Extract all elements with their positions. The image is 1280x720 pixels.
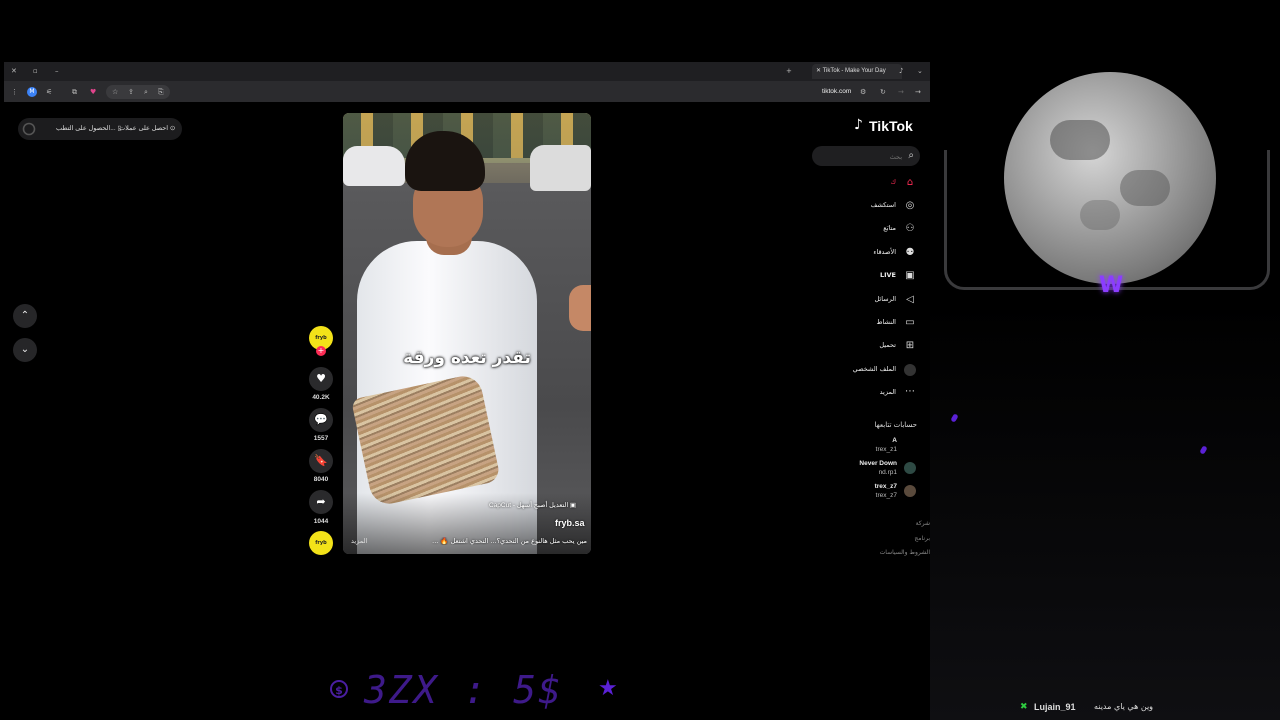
following-icon[interactable]: ⚇ xyxy=(903,222,917,236)
activity-icon[interactable]: ▭ xyxy=(903,316,917,330)
live-icon[interactable]: ▣ xyxy=(903,269,917,283)
chat-message: وين هي ياي مدينه xyxy=(1094,702,1154,711)
footer-program-link[interactable]: برنامج xyxy=(860,535,930,542)
more-icon[interactable]: ⋯ xyxy=(903,385,917,399)
nav-more-label[interactable]: المزيد xyxy=(826,388,896,396)
following-accounts-title: حسابات تتابعها xyxy=(874,421,917,429)
video-car xyxy=(530,145,591,191)
install-app-icon[interactable]: ⎘ xyxy=(158,86,164,98)
donation-banner: 3ZX : 5$ xyxy=(364,668,564,712)
capcut-tag[interactable]: CapCut - التعديل أصبح أسهل ▣ xyxy=(489,501,576,509)
stream-panel xyxy=(930,300,1280,720)
pink-extension-icon[interactable]: ♥ xyxy=(90,86,96,98)
puzzle-icon[interactable]: ⧉ xyxy=(72,86,77,98)
following-handle[interactable]: trex_z7 xyxy=(837,492,897,499)
loading-spinner-icon xyxy=(22,118,38,140)
following-handle[interactable]: nd.rp1 xyxy=(837,469,897,476)
footer-company-link[interactable]: شركة xyxy=(860,520,930,527)
forward-icon[interactable]: → xyxy=(898,86,904,98)
video-hand xyxy=(569,285,591,331)
site-settings-icon[interactable]: ⚙ xyxy=(860,86,866,98)
reload-icon[interactable]: ↻ xyxy=(880,86,886,98)
close-window-icon[interactable]: ✕ xyxy=(11,65,17,77)
promo-bar: الحصول على التطب... ▯ احصل على عملات ⊙ xyxy=(18,118,182,140)
address-bar-url[interactable]: tiktok.com xyxy=(822,86,851,98)
star-icon: ★ xyxy=(598,676,618,701)
previous-video-button[interactable]: ⌃ xyxy=(13,304,37,328)
tab-title: TikTok - Make Your Day xyxy=(822,68,886,74)
extensions-icon[interactable]: ⚟ xyxy=(46,86,52,98)
chat-badge-icon: ✖ xyxy=(1020,702,1028,712)
share-count: 1044 xyxy=(313,518,329,525)
search-box[interactable]: ⌕ xyxy=(812,146,920,166)
following-name[interactable]: A xyxy=(837,437,897,444)
nav-following-label[interactable]: متابَع xyxy=(826,224,896,232)
coin-icon: $ xyxy=(330,680,348,698)
bookmark-star-icon[interactable]: ☆ xyxy=(112,86,118,98)
following-avatar[interactable] xyxy=(904,485,916,497)
following-avatar[interactable] xyxy=(904,462,916,474)
chat-username: Lujain_91 xyxy=(1034,702,1076,712)
get-app-button[interactable]: الحصول على التطب... ▯ xyxy=(56,118,121,140)
minimize-window-icon[interactable]: – xyxy=(55,65,59,77)
tab-close-icon[interactable]: ✕ xyxy=(816,68,823,74)
comment-count: 1557 xyxy=(313,435,329,442)
nav-profile-label[interactable]: الملف الشخصي xyxy=(826,365,896,373)
tiktok-favicon-icon: ♪ xyxy=(899,67,904,75)
messages-icon[interactable]: ◁ xyxy=(903,293,917,307)
zoom-icon[interactable]: ⌕ xyxy=(144,86,148,98)
comment-icon[interactable]: 💬 xyxy=(309,408,333,432)
nav-messages-label[interactable]: الرسائل xyxy=(826,295,896,303)
streamer-badge: W xyxy=(1098,273,1124,298)
new-tab-icon[interactable]: + xyxy=(786,65,792,77)
music-disc-avatar[interactable]: fryb xyxy=(309,531,333,555)
moon-image xyxy=(1004,72,1216,284)
nav-activity-label[interactable]: النشاط xyxy=(826,318,896,326)
tab-tiktok[interactable]: ✕ TikTok - Make Your Day xyxy=(812,64,902,79)
search-input[interactable] xyxy=(820,149,904,165)
following-handle[interactable]: trex_z1 xyxy=(837,446,897,453)
browser-menu-icon[interactable]: ⋮ xyxy=(11,86,18,98)
back-icon[interactable]: → xyxy=(915,86,921,98)
profile-icon[interactable] xyxy=(903,363,917,377)
moon-mare xyxy=(1120,170,1170,206)
following-name[interactable]: Never Down xyxy=(837,460,897,467)
bookmark-count: 8040 xyxy=(313,476,329,483)
tab-search-icon[interactable]: ⌄ xyxy=(917,65,923,77)
home-icon[interactable]: ⌂ xyxy=(903,176,917,190)
nav-upload-label[interactable]: تحميل xyxy=(826,341,896,349)
follow-plus-icon[interactable]: + xyxy=(316,346,326,356)
video-author[interactable]: fryb.sa xyxy=(555,518,585,528)
moon-mare xyxy=(1050,120,1110,160)
following-name[interactable]: trex_z7 xyxy=(837,483,897,490)
share-icon[interactable]: ⇪ xyxy=(128,86,134,98)
moon-mare xyxy=(1080,200,1120,230)
video-caption-overlay: تقدر تعده ورقة xyxy=(403,348,531,368)
video-description: مين يحب مثل هالنوع من التحدي؟... التحدي … xyxy=(432,537,587,545)
tiktok-note-icon: ♪ xyxy=(854,117,863,133)
upload-icon[interactable]: ⊞ xyxy=(903,339,917,353)
tiktok-logo[interactable]: TikTok xyxy=(869,118,913,134)
restore-window-icon[interactable]: ▫ xyxy=(33,65,38,77)
profile-avatar[interactable]: M xyxy=(27,87,37,97)
next-video-button[interactable]: ⌄ xyxy=(13,338,37,362)
nav-live-label[interactable]: LIVE xyxy=(826,271,896,279)
nav-explore-label[interactable]: استكشف xyxy=(826,201,896,209)
like-count: 40.2K xyxy=(312,394,330,401)
explore-icon[interactable]: ◎ xyxy=(903,199,917,213)
nav-home-label[interactable]: ك xyxy=(826,178,896,186)
get-coins-button[interactable]: احصل على عملات ⊙ xyxy=(119,118,175,140)
description-more-link[interactable]: المزيد xyxy=(351,537,367,545)
share-icon[interactable]: ➦ xyxy=(309,490,333,514)
nav-friends-label[interactable]: الأصدقاء xyxy=(826,248,896,256)
video-car xyxy=(343,146,405,186)
video-player[interactable]: تقدر تعده ورقة CapCut - التعديل أصبح أسه… xyxy=(343,113,591,554)
footer-terms-link[interactable]: الشروط والسياسات xyxy=(860,549,930,556)
bookmark-icon[interactable]: 🔖 xyxy=(309,449,333,473)
search-icon[interactable]: ⌕ xyxy=(908,148,914,164)
friends-icon[interactable]: ⚉ xyxy=(903,246,917,260)
like-icon[interactable]: ♥ xyxy=(309,367,333,391)
